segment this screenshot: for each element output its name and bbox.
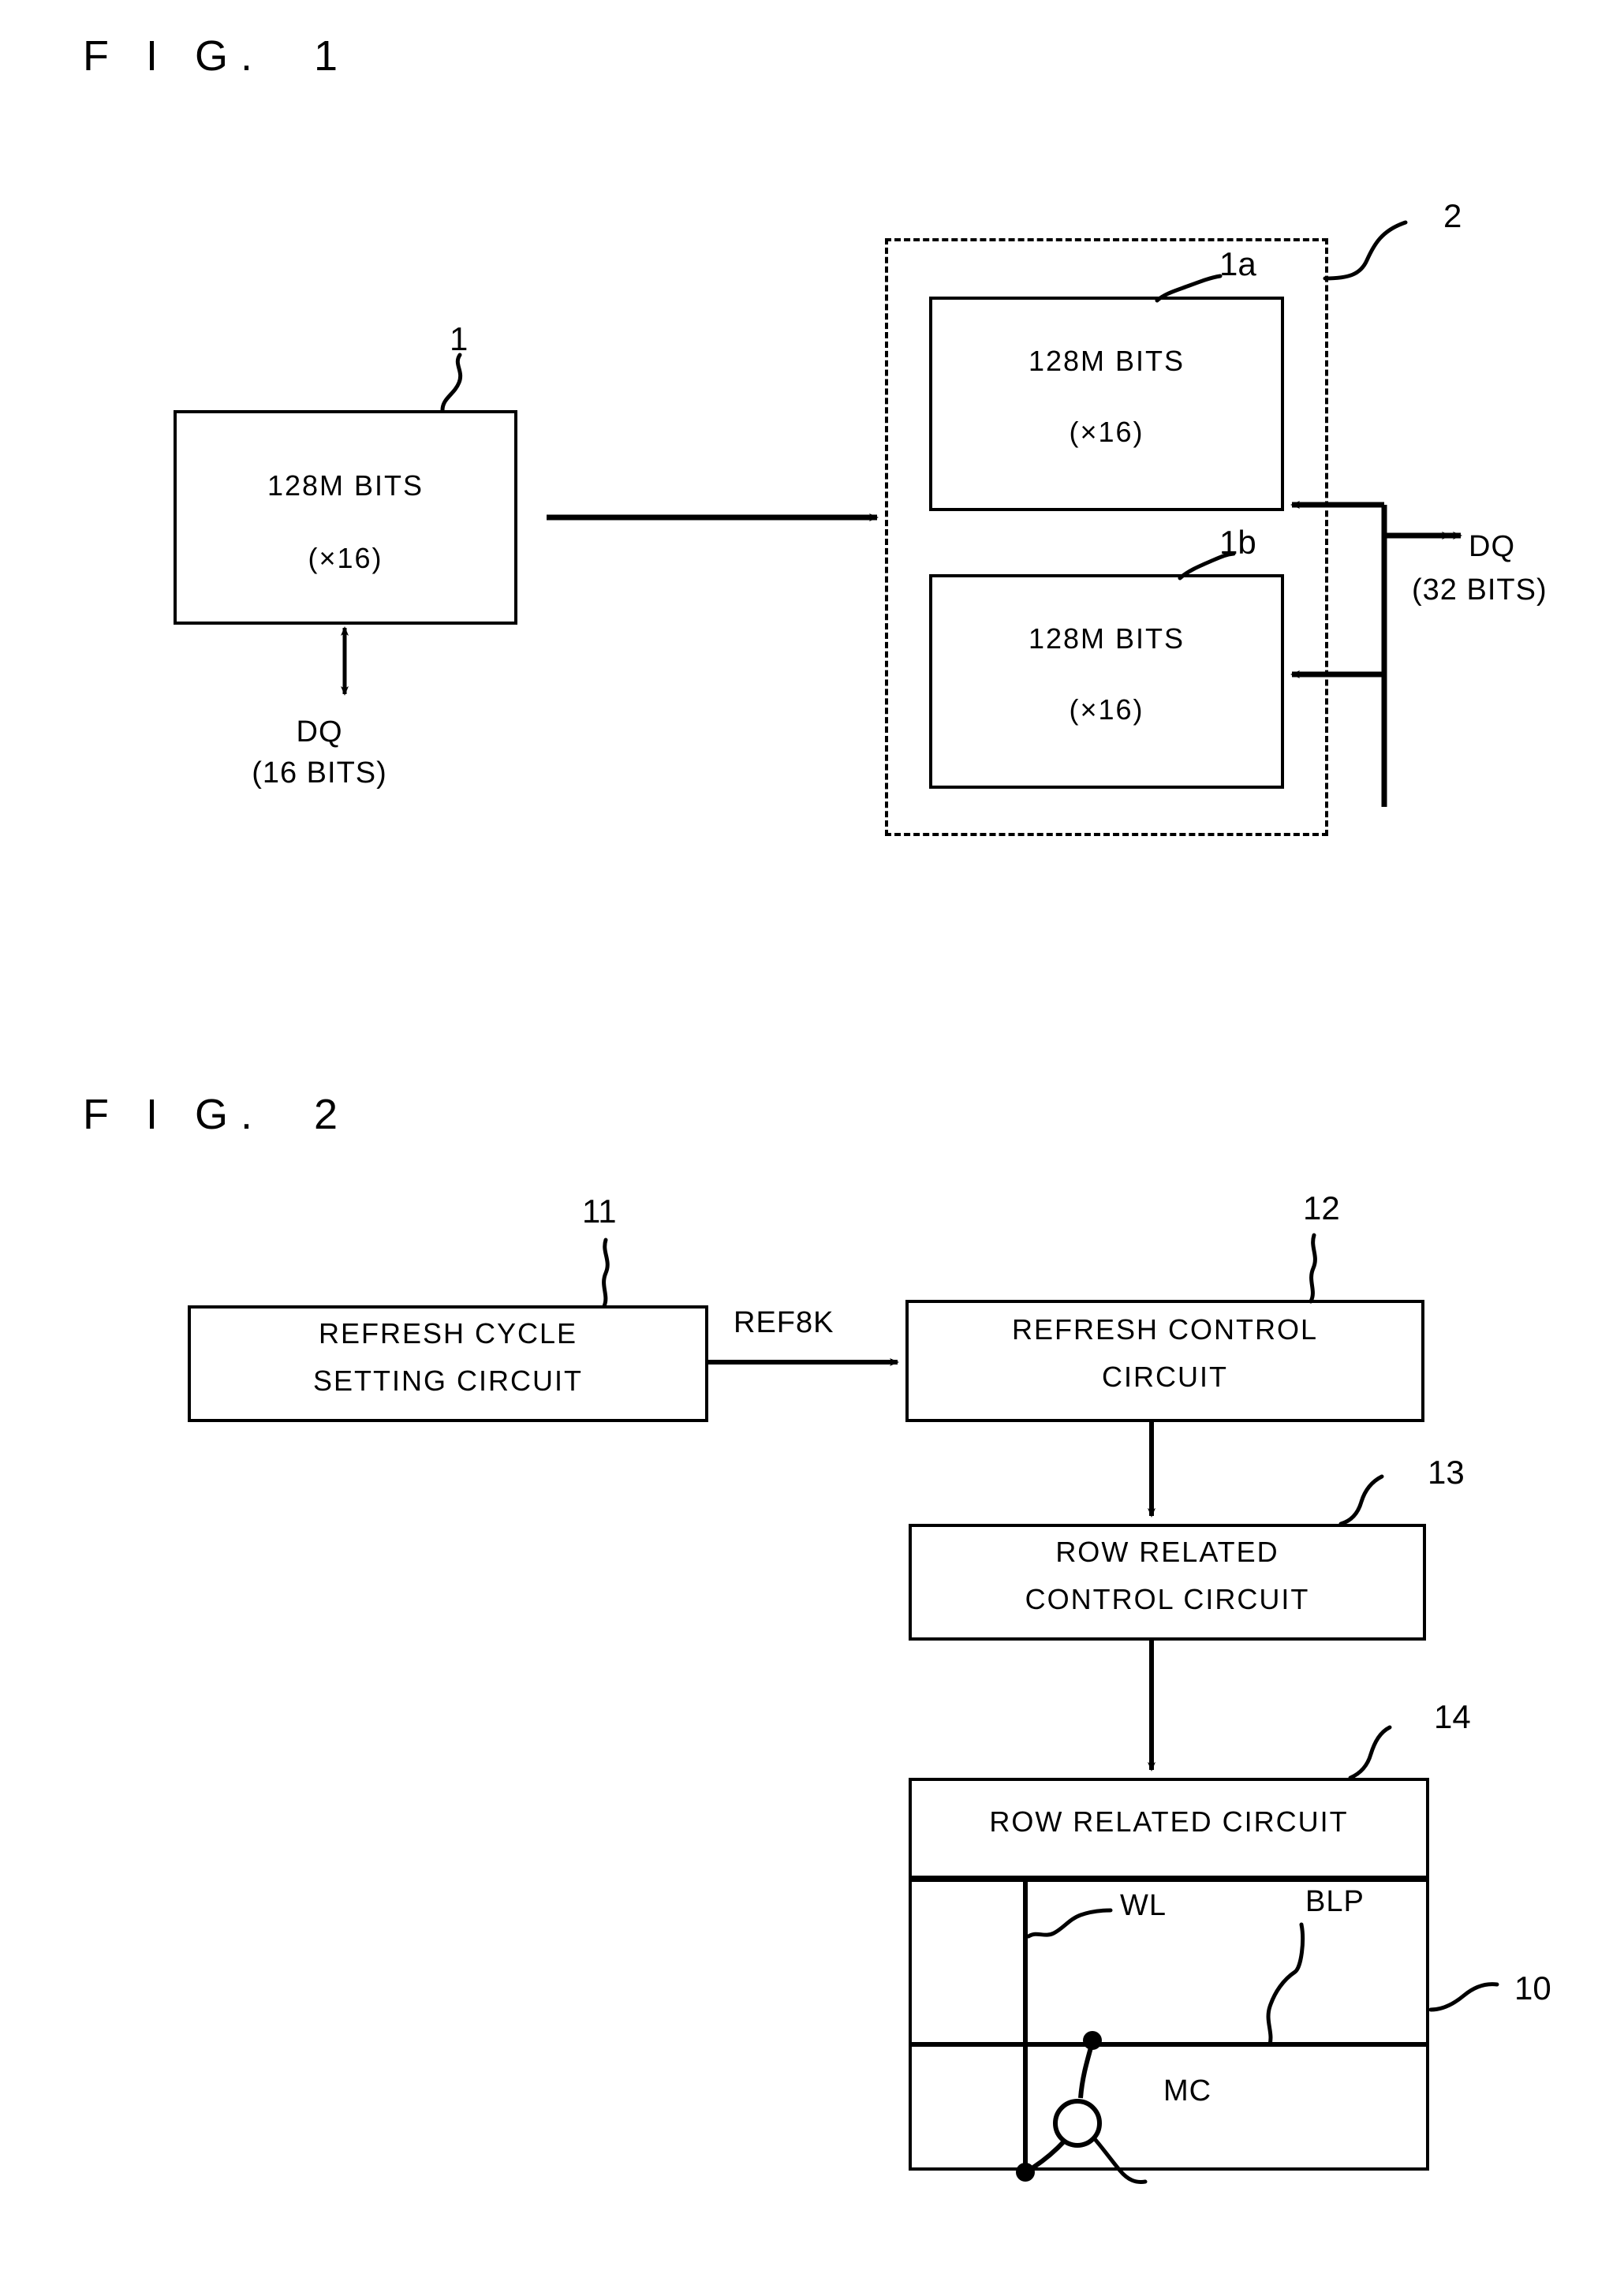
block-12-line1: REFRESH CONTROL — [1011, 1313, 1319, 1346]
chip-1-width: (×16) — [308, 542, 383, 574]
chip-1-capacity: 128M BITS — [267, 469, 424, 502]
chip-1a-box — [929, 297, 1284, 511]
chip-1b-width: (×16) — [1069, 693, 1144, 726]
figure-1-title: F I G. 1 — [83, 32, 351, 80]
leader-ref-1 — [440, 353, 463, 413]
leader-ref-11 — [602, 1238, 610, 1309]
block-13-line1: ROW RELATED — [1055, 1536, 1279, 1568]
chip-1b-box — [929, 574, 1284, 789]
memory-array-10-box — [909, 1879, 1429, 2171]
memory-cell-label: MC — [1163, 2074, 1212, 2107]
leader-ref-2 — [1323, 220, 1408, 281]
block-11-line2: SETTING CIRCUIT — [313, 1365, 583, 1397]
ref-numeral-12: 12 — [1303, 1189, 1340, 1226]
block-12-line2: CIRCUIT — [1102, 1361, 1228, 1393]
chip-1a-width: (×16) — [1069, 416, 1144, 448]
word-line-label: WL — [1120, 1889, 1167, 1922]
leader-ref-13 — [1338, 1474, 1384, 1526]
dq-16-signal-label: DQ — [296, 715, 343, 749]
ref-numeral-13: 13 — [1428, 1454, 1465, 1491]
ref-numeral-1: 1 — [450, 320, 469, 357]
ref-numeral-14: 14 — [1434, 1698, 1471, 1735]
chip-1a-capacity: 128M BITS — [1028, 345, 1185, 377]
block-14-line1: ROW RELATED CIRCUIT — [989, 1805, 1349, 1838]
block-13-line2: CONTROL CIRCUIT — [1025, 1583, 1310, 1615]
signal-ref8k-label: REF8K — [734, 1306, 834, 1339]
dq-32-signal-label: DQ — [1469, 530, 1515, 563]
ref-numeral-10: 10 — [1514, 1969, 1551, 2007]
chip-1-box — [174, 410, 517, 625]
dq-16-width-label: (16 BITS) — [252, 756, 387, 790]
ref-numeral-1b: 1b — [1219, 524, 1256, 561]
leader-ref-12 — [1309, 1233, 1317, 1304]
dq-32-width-label: (32 BITS) — [1412, 573, 1547, 607]
ref-numeral-11: 11 — [582, 1193, 617, 1230]
ref-numeral-1a: 1a — [1219, 245, 1256, 282]
bit-line-pair-label: BLP — [1305, 1885, 1365, 1918]
ref-numeral-2: 2 — [1443, 197, 1462, 234]
chip-1b-capacity: 128M BITS — [1028, 622, 1185, 655]
leader-ref-10 — [1428, 1982, 1499, 2012]
block-11-line1: REFRESH CYCLE — [318, 1317, 578, 1350]
patent-drawing-page: F I G. 1 128M BITS (×16) 1 DQ (16 BITS) … — [0, 0, 1624, 2296]
leader-ref-14 — [1348, 1725, 1392, 1780]
figure-2-title: F I G. 2 — [83, 1091, 351, 1138]
